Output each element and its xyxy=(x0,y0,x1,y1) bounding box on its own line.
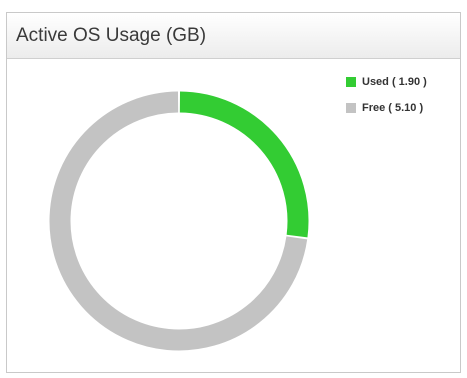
panel-header: Active OS Usage (GB) xyxy=(7,13,460,59)
legend-swatch-used xyxy=(346,77,356,87)
donut-slice-used[interactable] xyxy=(179,91,309,238)
legend-item-free[interactable]: Free ( 5.10 ) xyxy=(346,101,427,115)
legend-label-used: Used ( 1.90 ) xyxy=(362,76,427,88)
legend-item-used[interactable]: Used ( 1.90 ) xyxy=(346,75,427,89)
legend-label-free: Free ( 5.10 ) xyxy=(362,102,424,114)
chart-legend: Used ( 1.90 ) Free ( 5.10 ) xyxy=(346,75,427,127)
chart-area: Used ( 1.90 ) Free ( 5.10 ) xyxy=(7,59,460,372)
donut-chart xyxy=(49,91,309,351)
usage-panel: Active OS Usage (GB) Used ( 1.90 ) Free … xyxy=(6,12,461,373)
legend-swatch-free xyxy=(346,103,356,113)
panel-title: Active OS Usage (GB) xyxy=(16,24,207,46)
